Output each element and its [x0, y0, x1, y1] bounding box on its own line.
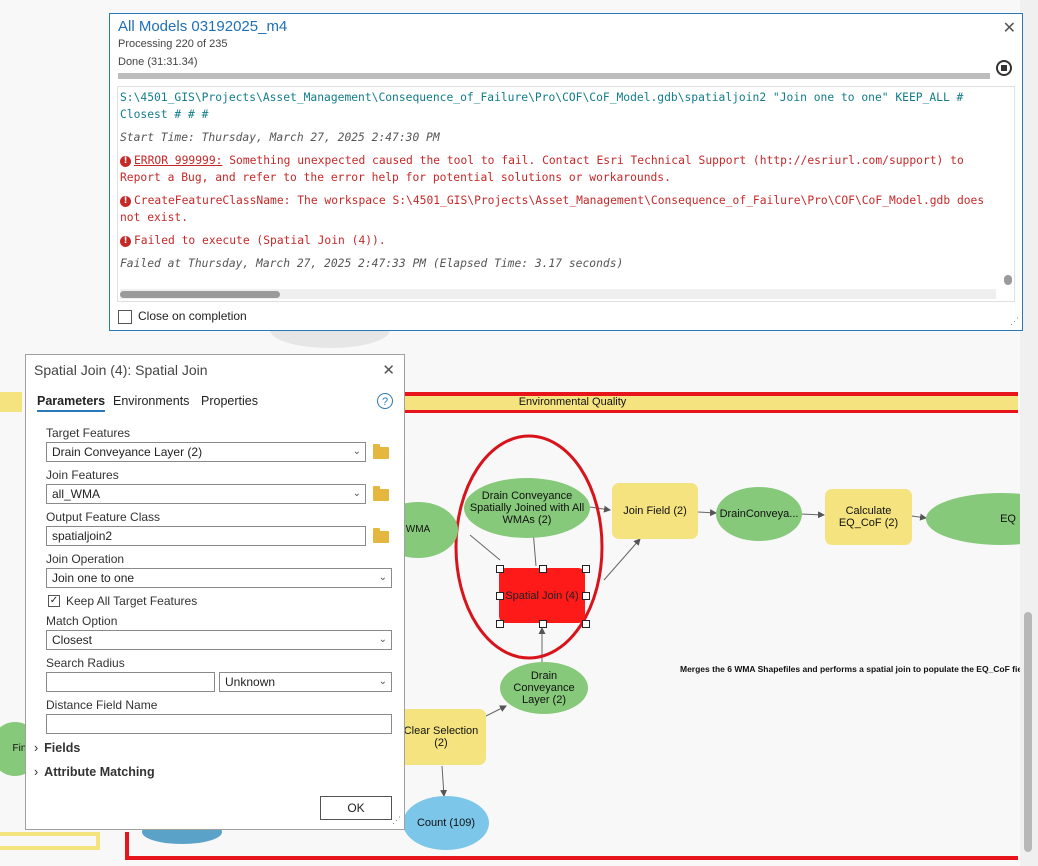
join-operation-select[interactable]: Join one to one ⌄: [46, 568, 392, 588]
node-spatial-join-4[interactable]: Spatial Join (4): [499, 568, 585, 623]
node-calculate-eq-cof[interactable]: Calculate EQ_CoF (2): [825, 489, 912, 545]
chevron-right-icon: ›: [34, 765, 39, 779]
chevron-down-icon: ⌄: [378, 572, 387, 583]
distance-field-input[interactable]: [46, 714, 392, 734]
scrollbar-thumb[interactable]: [1024, 612, 1032, 852]
join-operation-label: Join Operation: [46, 552, 125, 566]
scrollbar-thumb[interactable]: [120, 291, 280, 298]
close-icon[interactable]: ✕: [1003, 18, 1016, 38]
tab-parameters[interactable]: Parameters: [37, 394, 106, 412]
horizontal-scrollbar[interactable]: [120, 289, 996, 299]
attribute-matching-section[interactable]: › Attribute Matching: [34, 765, 155, 779]
chevron-down-icon: ⌄: [378, 676, 387, 687]
join-operation-value: Join one to one: [52, 571, 135, 585]
selection-handle[interactable]: [496, 592, 504, 600]
node-join-field[interactable]: Join Field (2): [612, 483, 698, 539]
folder-icon[interactable]: [373, 444, 389, 459]
tool-dialog: Spatial Join (4): Spatial Join ✕ Paramet…: [25, 354, 405, 830]
processing-count: Processing 220 of 235: [118, 38, 228, 50]
node-drain-joined[interactable]: Drain Conveyance Spatially Joined with A…: [464, 478, 590, 538]
error-text: Failed to execute (Spatial Join (4)).: [134, 234, 386, 247]
status-text: Done (31:31.34): [118, 56, 198, 68]
target-features-label: Target Features: [46, 426, 131, 440]
message-item: ! CreateFeatureClassName: The workspace S…: [120, 192, 996, 226]
join-features-select[interactable]: all_WMA ⌄: [46, 484, 366, 504]
tab-properties[interactable]: Properties: [201, 394, 258, 408]
resize-grip-icon[interactable]: ⋰: [1010, 316, 1019, 327]
node-drain-conveyance-layer[interactable]: Drain Conveyance Layer (2): [500, 662, 588, 714]
match-option-select[interactable]: Closest ⌄: [46, 630, 392, 650]
message-list: S:\4501_GIS\Projects\Asset_Management\Co…: [120, 89, 996, 278]
search-radius-label: Search Radius: [46, 656, 125, 670]
message-item: ! ERROR 999999: Something unexpected caus…: [120, 152, 996, 186]
selection-handle[interactable]: [539, 565, 547, 573]
selection-handle[interactable]: [582, 592, 590, 600]
stop-icon[interactable]: [996, 60, 1012, 76]
message-item: S:\4501_GIS\Projects\Asset_Management\Co…: [120, 91, 964, 121]
message-item: Failed at Thursday, March 27, 2025 2:47:…: [120, 257, 624, 270]
model-annotation: Merges the 6 WMA Shapefiles and performs…: [680, 664, 1033, 674]
vertical-scrollbar[interactable]: [1004, 89, 1012, 285]
tool-title: Spatial Join (4): Spatial Join: [34, 362, 208, 378]
help-icon[interactable]: ?: [377, 393, 393, 409]
error-text: Something unexpected caused the tool to …: [120, 154, 964, 184]
search-radius-unit-value: Unknown: [225, 675, 276, 689]
target-features-value: Drain Conveyance Layer (2): [52, 445, 203, 459]
close-on-completion-label: Close on completion: [138, 309, 247, 323]
selection-handle[interactable]: [582, 565, 590, 573]
node-count[interactable]: Count (109): [403, 796, 489, 850]
selection-handle[interactable]: [582, 620, 590, 628]
distance-field-label: Distance Field Name: [46, 698, 158, 712]
selection-handle[interactable]: [496, 620, 504, 628]
progress-title: All Models 03192025_m4: [118, 18, 288, 35]
progress-bar: [118, 73, 990, 79]
selection-handle[interactable]: [496, 565, 504, 573]
close-on-completion-checkbox[interactable]: [118, 310, 132, 324]
error-code-link[interactable]: ERROR 999999:: [134, 154, 222, 167]
target-features-select[interactable]: Drain Conveyance Layer (2) ⌄: [46, 442, 366, 462]
attribute-matching-section-label: Attribute Matching: [44, 765, 155, 779]
join-features-value: all_WMA: [52, 487, 101, 501]
geoprocessing-progress-dialog: All Models 03192025_m4 ✕ Processing 220 …: [109, 13, 1023, 331]
fields-section[interactable]: › Fields: [34, 741, 80, 755]
keep-all-checkbox[interactable]: ✓: [48, 595, 60, 607]
error-icon: !: [120, 236, 131, 247]
node-drain-conveya[interactable]: DrainConveya...: [716, 487, 802, 541]
chevron-down-icon: ⌄: [352, 488, 361, 499]
join-features-label: Join Features: [46, 468, 119, 482]
node-clear-selection[interactable]: Clear Selection (2): [396, 709, 486, 765]
output-feature-class-value: spatialjoin2: [52, 529, 113, 543]
chevron-down-icon: ⌄: [378, 634, 387, 645]
message-panel[interactable]: S:\4501_GIS\Projects\Asset_Management\Co…: [117, 86, 1015, 302]
search-radius-unit-select[interactable]: Unknown ⌄: [219, 672, 392, 692]
message-item: Start Time: Thursday, March 27, 2025 2:4…: [120, 131, 440, 144]
error-icon: !: [120, 156, 131, 167]
fields-section-label: Fields: [44, 741, 81, 755]
match-option-label: Match Option: [46, 614, 118, 628]
scrollbar-thumb[interactable]: [1004, 275, 1012, 285]
tab-environments[interactable]: Environments: [113, 394, 189, 408]
folder-icon[interactable]: [373, 528, 389, 543]
search-radius-field[interactable]: [46, 672, 215, 692]
output-feature-class-label: Output Feature Class: [46, 510, 161, 524]
resize-grip-icon[interactable]: ⋰: [392, 815, 401, 826]
error-text: CreateFeatureClassName: The workspace S:…: [120, 194, 985, 224]
keep-all-label: Keep All Target Features: [66, 594, 198, 608]
close-icon[interactable]: ✕: [382, 361, 395, 379]
error-icon: !: [120, 196, 131, 207]
message-item: ! Failed to execute (Spatial Join (4)).: [120, 232, 996, 249]
folder-icon[interactable]: [373, 486, 389, 501]
selection-handle[interactable]: [539, 620, 547, 628]
ok-button[interactable]: OK: [320, 796, 392, 820]
chevron-right-icon: ›: [34, 741, 39, 755]
output-feature-class-field[interactable]: spatialjoin2: [46, 526, 366, 546]
chevron-down-icon: ⌄: [352, 446, 361, 457]
match-option-value: Closest: [52, 633, 93, 647]
